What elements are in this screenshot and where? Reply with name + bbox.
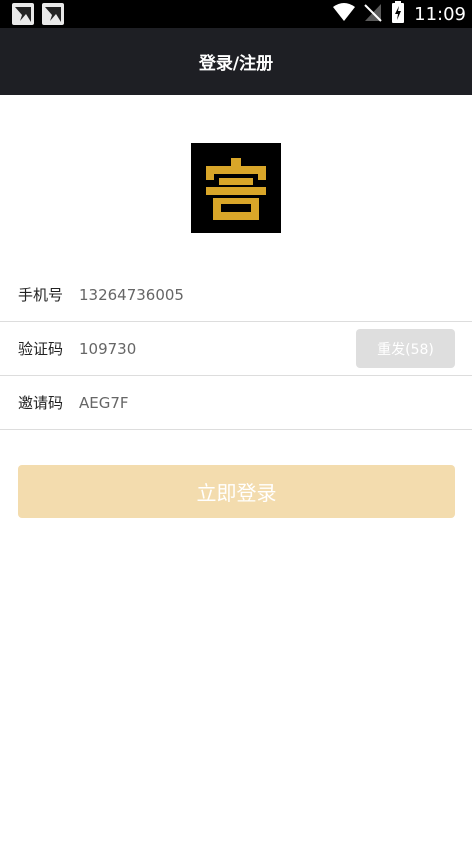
battery-charging-icon bbox=[392, 1, 405, 27]
invite-code-label: 邀请码 bbox=[18, 394, 64, 412]
phone-input[interactable] bbox=[79, 285, 339, 304]
app-notification-icon bbox=[42, 3, 64, 25]
invite-code-input[interactable] bbox=[79, 393, 339, 412]
no-signal-icon bbox=[364, 2, 382, 26]
invite-code-row: 邀请码 bbox=[0, 376, 472, 430]
verification-code-label: 验证码 bbox=[18, 340, 64, 358]
verification-code-row: 验证码 重发(58) bbox=[0, 322, 472, 376]
wifi-icon bbox=[332, 2, 356, 26]
status-bar: 11:09 bbox=[0, 0, 472, 28]
app-logo bbox=[191, 143, 281, 233]
app-notification-icon bbox=[12, 3, 34, 25]
phone-label: 手机号 bbox=[18, 286, 64, 304]
page-title: 登录/注册 bbox=[198, 54, 274, 74]
title-bar: 登录/注册 bbox=[0, 28, 472, 95]
verification-code-input[interactable] bbox=[79, 339, 339, 358]
phone-row: 手机号 bbox=[0, 268, 472, 322]
resend-code-button[interactable]: 重发(58) bbox=[356, 329, 455, 368]
login-button[interactable]: 立即登录 bbox=[18, 465, 455, 518]
status-time: 11:09 bbox=[414, 3, 466, 25]
